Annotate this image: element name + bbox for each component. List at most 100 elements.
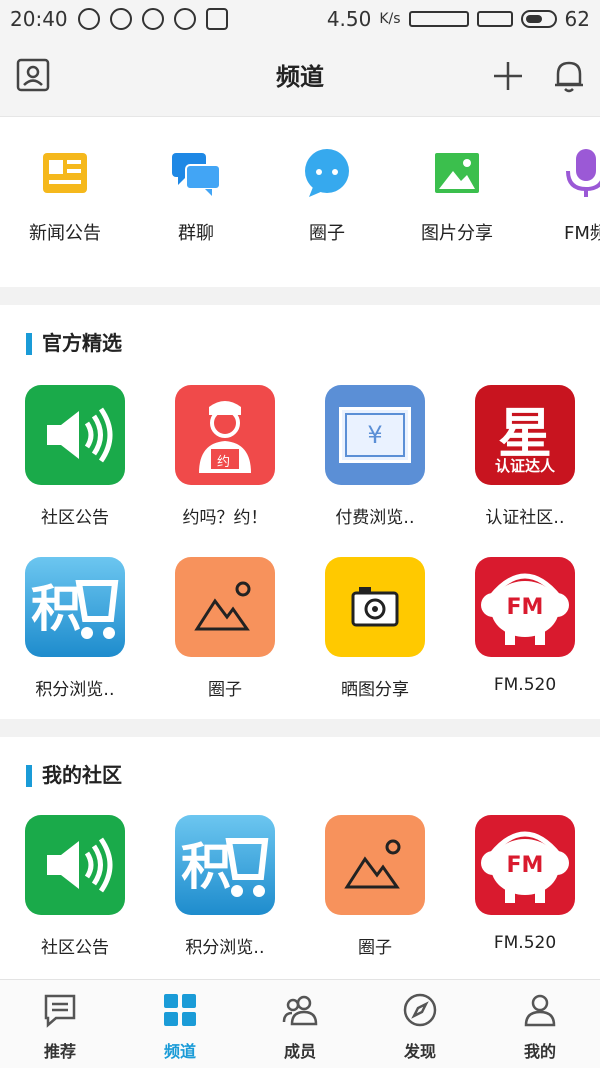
divider <box>0 287 600 305</box>
section-title: 官方精选 <box>42 331 122 355</box>
speaker-icon <box>25 385 125 485</box>
news-icon <box>43 153 87 193</box>
tile-label: 认证社区‥ <box>485 508 565 528</box>
status-time: 20:40 <box>10 7 68 31</box>
mic-icon <box>566 149 600 197</box>
top-bar: 频道 <box>0 38 600 117</box>
tab-label: 频道 <box>163 1042 196 1061</box>
my-community-grid: 社区公告 积 积分浏览‥ 圈子 FM FM.520 <box>0 809 600 979</box>
app-tile[interactable]: 社区公告 <box>5 815 145 958</box>
app-tile[interactable]: FM FM.520 <box>455 815 595 953</box>
person-icon: 约 <box>175 385 275 485</box>
cart-icon: 积 <box>25 557 125 657</box>
app-tile[interactable]: 星 认证达人 认证社区‥ <box>455 385 595 528</box>
app-tile[interactable]: 约 约吗？约！ <box>155 385 295 528</box>
compass-icon <box>403 993 437 1027</box>
app-tile[interactable]: 社区公告 <box>5 385 145 528</box>
channel-news[interactable]: 新闻公告 <box>15 145 115 245</box>
app-tile[interactable]: 圈子 <box>305 815 445 958</box>
channel-fm[interactable]: FM频 <box>536 145 600 245</box>
divider <box>0 719 600 737</box>
signal-icon <box>408 11 469 27</box>
network-speed-unit: K/s <box>379 11 401 27</box>
app-tile[interactable]: FM FM.520 <box>455 557 595 695</box>
tab-label: 推荐 <box>43 1042 76 1061</box>
grid-icon <box>164 994 196 1026</box>
bottom-tab-bar: 推荐 频道 成员 发现 我的 <box>0 979 600 1068</box>
channel-content: 新闻公告 群聊 圈子 图片分享 FM频 官方精选 社区公告 约 约吗？约！ ¥ … <box>0 117 600 979</box>
qq-icon <box>109 8 132 30</box>
cart-icon: 积 <box>175 815 275 915</box>
network-speed: 4.50 <box>326 7 372 31</box>
notification-icon <box>77 8 100 30</box>
points-glyph: 积 <box>181 838 231 896</box>
battery-icon <box>520 10 557 28</box>
tile-label: 付费浏览‥ <box>335 508 415 528</box>
channel-image-share[interactable]: 图片分享 <box>407 145 507 245</box>
channel-group-chat[interactable]: 群聊 <box>146 145 246 245</box>
tile-label: FM.520 <box>493 933 557 953</box>
official-section: 官方精选 社区公告 约 约吗？约！ ¥ 付费浏览‥ 星 认证达人 认证社区‥ 积… <box>0 305 600 719</box>
tile-label: 圈子 <box>358 938 392 958</box>
my-community-section: 我的社区 社区公告 积 积分浏览‥ 圈子 FM FM.520 <box>0 737 600 979</box>
section-header: 我的社区 <box>0 737 600 809</box>
check-icon <box>141 8 164 30</box>
tile-label: 积分浏览‥ <box>185 938 265 958</box>
signal-icon-2 <box>476 11 513 27</box>
fm-text: FM <box>506 853 544 878</box>
channel-label: 圈子 <box>309 223 345 244</box>
bell-icon[interactable] <box>552 58 586 94</box>
tile-label: 晒图分享 <box>341 680 409 700</box>
channel-label: 图片分享 <box>421 223 493 244</box>
tile-label: 约吗？约！ <box>182 508 268 528</box>
app-tile[interactable]: 晒图分享 <box>305 557 445 700</box>
channel-label: 群聊 <box>178 223 214 244</box>
channel-label: FM频 <box>564 223 600 244</box>
tile-label: FM.520 <box>493 675 557 695</box>
tab-discover[interactable]: 发现 <box>360 980 480 1068</box>
battery-level: 62 <box>564 7 590 31</box>
tab-channel[interactable]: 频道 <box>120 980 240 1068</box>
app-tile[interactable]: 积 积分浏览‥ <box>5 557 145 700</box>
image-icon <box>435 153 479 193</box>
block-icon <box>173 8 196 30</box>
official-grid: 社区公告 约 约吗？约！ ¥ 付费浏览‥ 星 认证达人 认证社区‥ 积 积分浏览… <box>0 377 600 719</box>
tile-label: 社区公告 <box>41 938 109 958</box>
app-tile[interactable]: 圈子 <box>155 557 295 700</box>
add-icon[interactable] <box>492 60 524 92</box>
speaker-icon <box>25 815 125 915</box>
yen-icon: ¥ <box>325 385 425 485</box>
mountain-icon <box>175 557 275 657</box>
members-icon <box>282 995 318 1026</box>
fm-elephant-icon: FM <box>475 557 575 657</box>
tile-label: 积分浏览‥ <box>35 680 115 700</box>
section-accent <box>26 765 32 787</box>
bubble-icon <box>305 149 349 197</box>
channel-circle[interactable]: 圈子 <box>277 145 377 245</box>
tab-label: 成员 <box>283 1042 316 1061</box>
section-accent <box>26 333 32 355</box>
channel-strip: 新闻公告 群聊 圈子 图片分享 FM频 <box>0 117 600 287</box>
chat-icon <box>172 153 221 196</box>
app-tile[interactable]: ¥ 付费浏览‥ <box>305 385 445 528</box>
doc-icon <box>44 994 76 1028</box>
section-title: 我的社区 <box>42 763 122 787</box>
tile-label: 圈子 <box>208 680 242 700</box>
tab-mine[interactable]: 我的 <box>480 980 600 1068</box>
tab-label: 发现 <box>403 1042 436 1061</box>
tile-label: 社区公告 <box>41 508 109 528</box>
tab-recommend[interactable]: 推荐 <box>0 980 120 1068</box>
app-tile[interactable]: 积 积分浏览‥ <box>155 815 295 958</box>
star-badge-icon: 星 认证达人 <box>475 385 575 485</box>
fm-elephant-icon: FM <box>475 815 575 915</box>
section-header: 官方精选 <box>0 305 600 377</box>
camera-icon <box>325 557 425 657</box>
fm-text: FM <box>506 595 544 620</box>
mountain-icon <box>325 815 425 915</box>
person-badge: 约 <box>217 455 231 470</box>
user-icon <box>524 994 556 1027</box>
yen-symbol: ¥ <box>367 421 383 449</box>
status-bar: 20:40 4.50 K/s 62 <box>0 0 600 38</box>
tab-members[interactable]: 成员 <box>240 980 360 1068</box>
verify-text: 认证达人 <box>494 457 555 475</box>
